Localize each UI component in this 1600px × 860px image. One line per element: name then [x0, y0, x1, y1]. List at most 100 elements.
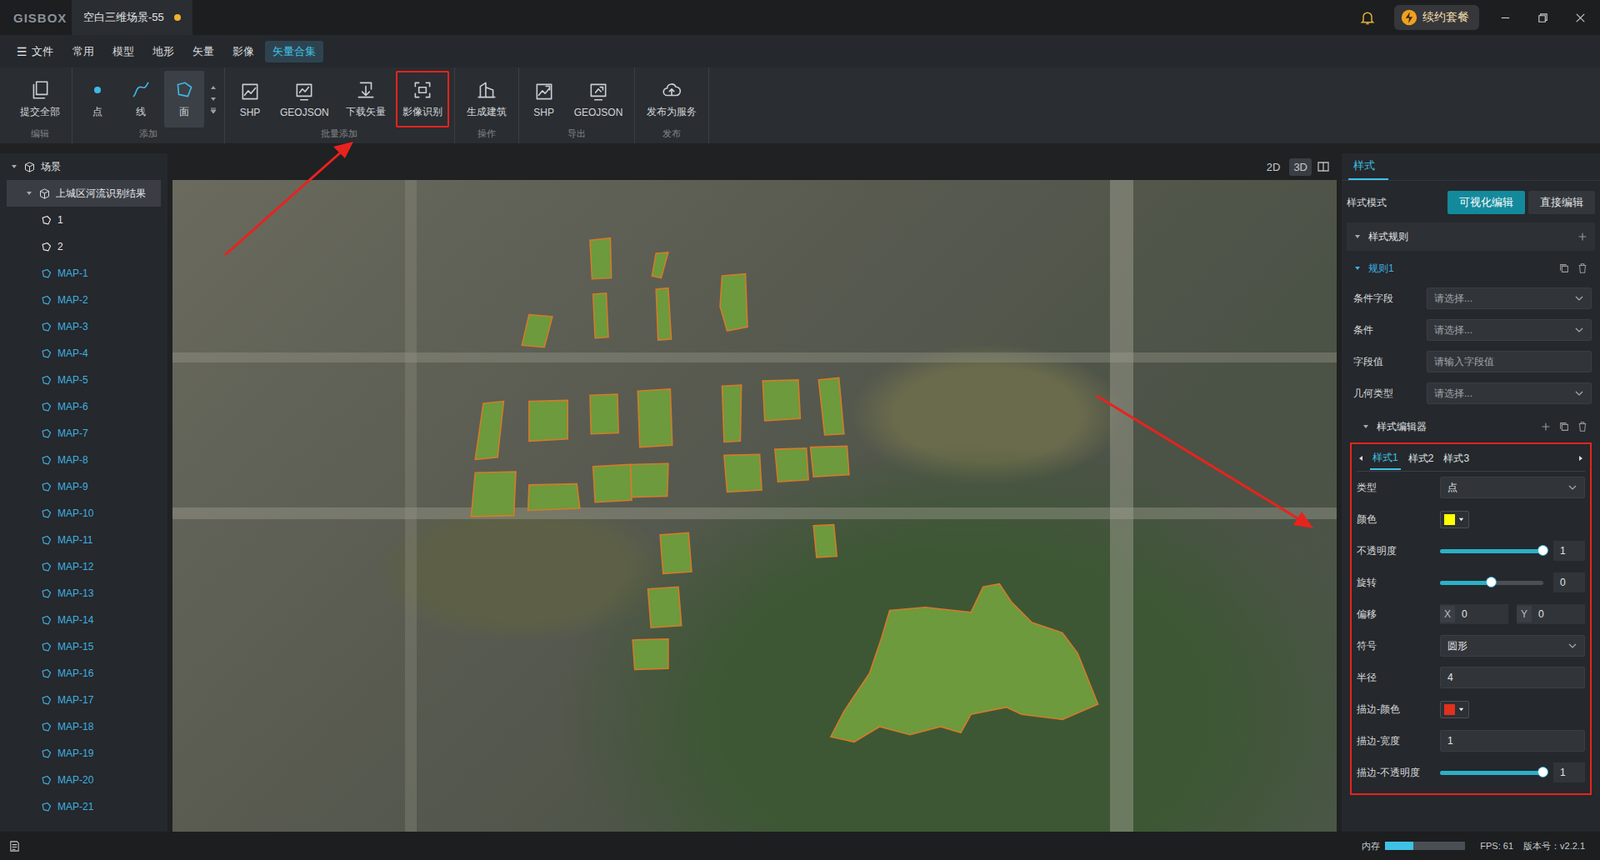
color-picker[interactable]	[1440, 700, 1470, 719]
select-field[interactable]: 点	[1440, 476, 1585, 499]
slider-thumb[interactable]	[1537, 766, 1549, 778]
recognized-polygon[interactable]	[590, 394, 619, 435]
recognized-polygon[interactable]	[813, 525, 837, 558]
select-field[interactable]: 圆形	[1440, 635, 1585, 657]
restore-icon[interactable]	[1536, 11, 1550, 25]
recognized-polygon[interactable]	[632, 639, 669, 670]
recognized-polygon[interactable]	[818, 377, 844, 435]
tree-item[interactable]: MAP-4	[0, 340, 168, 367]
style-tab[interactable]: 样式2	[1405, 448, 1437, 470]
tree-item[interactable]: MAP-21	[0, 793, 168, 820]
tree-item[interactable]: MAP-16	[0, 660, 168, 687]
delete-icon[interactable]	[1576, 262, 1589, 275]
color-picker[interactable]	[1440, 510, 1470, 529]
menu-tab[interactable]: 模型	[105, 40, 142, 63]
slider-thumb[interactable]	[1537, 545, 1549, 556]
satellite-map[interactable]	[172, 180, 1337, 832]
ribbon-button[interactable]: GEOJSON	[567, 70, 630, 128]
tree-item[interactable]: MAP-12	[0, 553, 168, 580]
tree-item[interactable]: 2	[0, 233, 168, 260]
recognized-polygon[interactable]	[724, 454, 762, 492]
ribbon-button[interactable]: 影像识别	[395, 70, 450, 128]
log-icon[interactable]	[8, 840, 21, 853]
tree-root[interactable]: 场景	[0, 153, 168, 180]
copy-icon[interactable]	[1558, 262, 1570, 275]
offset-y[interactable]: Y0	[1516, 604, 1585, 625]
recognized-polygon[interactable]	[775, 448, 809, 482]
document-tab[interactable]: 空白三维场景-55	[71, 0, 193, 35]
mode-button[interactable]: 可视化编辑	[1447, 190, 1525, 215]
tree-item[interactable]: MAP-10	[0, 500, 168, 527]
panel-tab[interactable]: 样式	[1348, 155, 1389, 180]
rule-field-control[interactable]: 请选择...	[1426, 382, 1592, 405]
offset-x[interactable]: X0	[1440, 604, 1509, 625]
recognized-polygon[interactable]	[762, 380, 800, 421]
close-icon[interactable]	[1574, 11, 1587, 25]
menu-tab[interactable]: 矢量合集	[265, 40, 324, 63]
add-icon[interactable]	[1576, 230, 1589, 243]
slider-value[interactable]: 1	[1553, 540, 1585, 561]
recognized-polygon[interactable]	[810, 445, 850, 477]
tree-item[interactable]: MAP-15	[0, 633, 168, 660]
tree-item[interactable]: MAP-6	[0, 393, 168, 420]
minimize-icon[interactable]	[1499, 11, 1512, 25]
tab-prev-icon[interactable]	[1356, 454, 1365, 463]
split-view-icon[interactable]	[1316, 160, 1330, 174]
recognized-polygon[interactable]	[593, 293, 609, 339]
ribbon-button[interactable]: GEOJSON	[273, 70, 336, 128]
view-mode-button[interactable]: 2D	[1262, 158, 1285, 176]
recognized-polygon[interactable]	[593, 464, 632, 502]
menu-tab[interactable]: 影像	[225, 40, 262, 63]
ribbon-button[interactable]: 线	[120, 70, 161, 128]
recognized-polygon[interactable]	[528, 484, 580, 511]
expand-icon[interactable]	[209, 106, 218, 115]
slider-track[interactable]	[1440, 549, 1544, 554]
menu-tab[interactable]: 常用	[65, 40, 102, 63]
tree-item[interactable]: MAP-17	[0, 686, 168, 714]
input-field[interactable]: 4	[1440, 666, 1585, 689]
renew-button[interactable]: 续约套餐	[1394, 5, 1480, 30]
tree-item[interactable]: MAP-8	[0, 446, 168, 474]
ribbon-button[interactable]: 下载矢量	[339, 70, 393, 128]
recognized-polygon[interactable]	[830, 584, 1099, 743]
mode-button[interactable]: 直接编辑	[1528, 190, 1595, 215]
bell-icon[interactable]	[1359, 9, 1376, 26]
style-editor-header[interactable]: 样式编辑器	[1346, 412, 1595, 441]
rule-field-control[interactable]: 请输入字段值	[1426, 350, 1592, 373]
recognized-polygon[interactable]	[529, 400, 568, 441]
style-tab[interactable]: 样式1	[1370, 447, 1401, 470]
tree-item[interactable]: MAP-11	[0, 526, 168, 554]
ribbon-button[interactable]: 提交全部	[13, 70, 67, 128]
slider-track[interactable]	[1440, 770, 1544, 775]
slider-track[interactable]	[1440, 580, 1544, 585]
tree-item[interactable]: MAP-7	[0, 420, 168, 447]
rule-header[interactable]: 规则1	[1346, 254, 1595, 283]
scroll-up-icon[interactable]	[209, 83, 218, 92]
recognized-polygon[interactable]	[721, 385, 741, 443]
recognized-polygon[interactable]	[637, 389, 672, 448]
recognized-polygon[interactable]	[630, 463, 669, 497]
menu-tab[interactable]: 地形	[145, 40, 182, 63]
ribbon-button[interactable]: SHP	[524, 70, 565, 128]
recognized-polygon[interactable]	[655, 288, 671, 340]
recognized-polygon[interactable]	[521, 315, 553, 348]
input-field[interactable]: 1	[1440, 730, 1585, 752]
tree-item[interactable]: MAP-9	[0, 473, 168, 500]
tree-item[interactable]: MAP-18	[0, 713, 168, 740]
view-mode-button[interactable]: 3D	[1289, 158, 1312, 176]
ribbon-button[interactable]: 发布为服务	[640, 70, 704, 128]
recognized-polygon[interactable]	[660, 532, 692, 574]
file-menu[interactable]: ☰文件	[13, 40, 62, 63]
recognized-polygon[interactable]	[648, 586, 682, 628]
tab-next-icon[interactable]	[1576, 454, 1585, 463]
style-tab[interactable]: 样式3	[1440, 448, 1472, 470]
tree-item[interactable]: MAP-20	[0, 766, 168, 794]
slider-value[interactable]: 1	[1553, 762, 1585, 783]
tree-item[interactable]: MAP-13	[0, 580, 168, 607]
add-icon[interactable]	[1540, 420, 1552, 433]
ribbon-button[interactable]: 生成建筑	[460, 70, 514, 128]
recognized-polygon[interactable]	[475, 401, 504, 460]
recognized-polygon[interactable]	[720, 274, 748, 332]
scroll-down-icon[interactable]	[209, 95, 218, 104]
tree-item[interactable]: MAP-1	[0, 260, 168, 287]
